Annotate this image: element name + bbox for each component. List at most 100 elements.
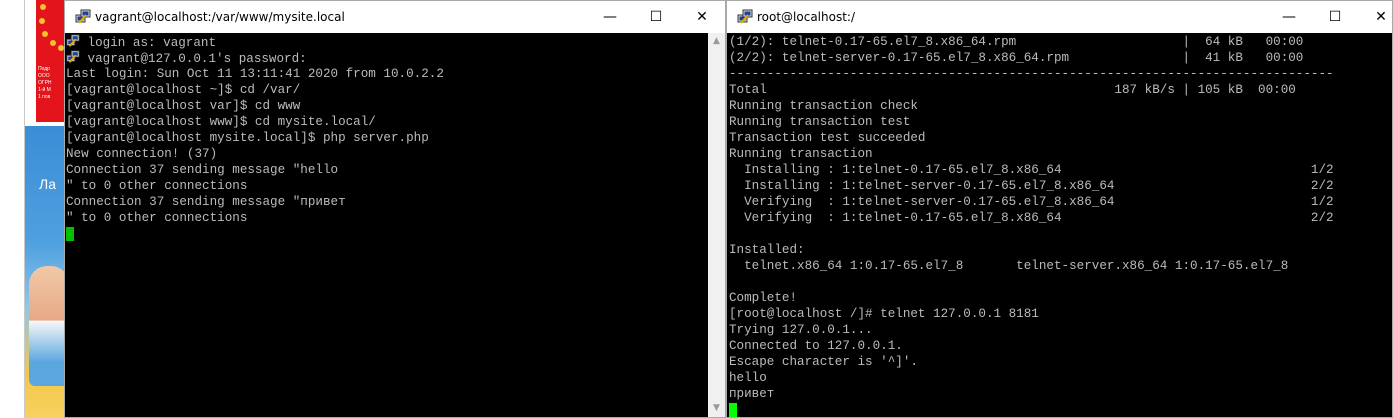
terminal-line-text: [vagrant@localhost mysite.local]$ php se… — [66, 131, 429, 145]
putty-icon — [75, 9, 91, 24]
window-title: vagrant@localhost:/var/www/mysite.local — [95, 10, 345, 24]
terminal-line-text: Installing : 1:telnet-0.17-65.el7_8.x86_… — [729, 163, 1334, 177]
terminal-line: Installing : 1:telnet-0.17-65.el7_8.x86_… — [729, 162, 1392, 178]
terminal-line: привет — [729, 386, 1392, 402]
terminal-line-text: Running transaction — [729, 147, 873, 161]
terminal-line-text: New connection! (37) — [66, 147, 218, 161]
terminal-line-text: " to 0 other connections — [66, 211, 248, 225]
ad-text-line: Подр — [38, 66, 50, 72]
scroll-down-icon[interactable]: ▼ — [708, 400, 725, 417]
terminal-line-text: (2/2): telnet-server-0.17-65.el7_8.x86_6… — [729, 51, 1304, 65]
terminal-line-text: Running transaction check — [729, 99, 918, 113]
title-bar[interactable]: vagrant@localhost:/var/www/mysite.local … — [65, 1, 725, 33]
terminal-area[interactable]: login as: vagrant vagrant@127.0.0.1's pa… — [65, 33, 708, 417]
terminal-line: " to 0 other connections — [66, 210, 708, 226]
terminal-line: Total 187 kB/s | 105 kB 00:00 — [729, 82, 1392, 98]
terminal-line: Running transaction check — [729, 98, 1392, 114]
terminal-line: Verifying : 1:telnet-server-0.17-65.el7_… — [729, 194, 1392, 210]
terminal-line-text: [vagrant@localhost www]$ cd mysite.local… — [66, 115, 376, 129]
terminal-cursor — [66, 226, 74, 241]
putty-icon — [66, 34, 80, 50]
terminal-line-text: Verifying : 1:telnet-server-0.17-65.el7_… — [729, 195, 1334, 209]
terminal-line: " to 0 other connections — [66, 178, 708, 194]
ad-dot — [40, 4, 46, 10]
terminal-line: Verifying : 1:telnet-0.17-65.el7_8.x86_6… — [729, 210, 1392, 226]
terminal-line: [vagrant@localhost var]$ cd www — [66, 98, 708, 114]
terminal-line-text: (1/2): telnet-0.17-65.el7_8.x86_64.rpm |… — [729, 35, 1304, 49]
banner-person-image — [29, 266, 66, 386]
terminal-line-text: Running transaction test — [729, 115, 911, 129]
terminal-line: [root@localhost /]# telnet 127.0.0.1 818… — [729, 306, 1392, 322]
terminal-line — [729, 402, 1392, 417]
putty-icon — [66, 50, 80, 66]
terminal-line-text: Transaction test succeeded — [729, 131, 926, 145]
terminal-line-text: ----------------------------------------… — [729, 67, 1334, 81]
maximize-button[interactable]: ☐ — [1312, 1, 1358, 33]
terminal-line: (2/2): telnet-server-0.17-65.el7_8.x86_6… — [729, 50, 1392, 66]
window-title: root@localhost:/ — [757, 10, 856, 24]
terminal-line-text: Installed: — [729, 243, 805, 257]
terminal-line-text: Escape character is '^]'. — [729, 355, 918, 369]
terminal-line: [vagrant@localhost ~]$ cd /var/ — [66, 82, 708, 98]
scrollbar[interactable]: ▲ ▼ — [708, 33, 725, 417]
terminal-line: Trying 127.0.0.1... — [729, 322, 1392, 338]
terminal-line-text: telnet.x86_64 1:0.17-65.el7_8 telnet-ser… — [729, 259, 1289, 273]
close-button[interactable]: ✕ — [679, 1, 725, 33]
terminal-line-text: [root@localhost /]# telnet 127.0.0.1 818… — [729, 307, 1039, 321]
beach-ad-banner[interactable]: Ла — [25, 126, 66, 418]
banner-text: Ла — [39, 176, 56, 192]
terminal-line: [vagrant@localhost www]$ cd mysite.local… — [66, 114, 708, 130]
ad-text-line: ОГРН — [38, 80, 52, 86]
ad-text-line: 1 пов — [38, 94, 51, 100]
terminal-line-text: Connected to 127.0.0.1. — [729, 339, 903, 353]
terminal-line: Installing : 1:telnet-server-0.17-65.el7… — [729, 178, 1392, 194]
minimize-button[interactable]: — — [1266, 1, 1312, 33]
terminal-line-text: Verifying : 1:telnet-0.17-65.el7_8.x86_6… — [729, 211, 1334, 225]
terminal-line: Installed: — [729, 242, 1392, 258]
terminal-line-text: Complete! — [729, 291, 798, 305]
terminal-line: telnet.x86_64 1:0.17-65.el7_8 telnet-ser… — [729, 258, 1392, 274]
terminal-line: Transaction test succeeded — [729, 130, 1392, 146]
terminal-line-text: Connection 37 sending message "hello — [66, 163, 339, 177]
terminal-cursor — [729, 402, 737, 417]
terminal-area[interactable]: (1/2): telnet-0.17-65.el7_8.x86_64.rpm |… — [727, 33, 1392, 417]
terminal-line: (1/2): telnet-0.17-65.el7_8.x86_64.rpm |… — [729, 34, 1392, 50]
ad-text-line: 1-й М — [38, 87, 51, 93]
terminal-line-text: Total 187 kB/s | 105 kB 00:00 — [729, 83, 1296, 97]
title-bar[interactable]: root@localhost:/ — ☐ ✕ — [727, 1, 1392, 33]
putty-window-root[interactable]: root@localhost:/ — ☐ ✕ (1/2): telnet-0.1… — [726, 0, 1393, 418]
minimize-button[interactable]: — — [587, 1, 633, 33]
terminal-line-text: Connection 37 sending message "привет — [66, 195, 346, 209]
terminal-line-text: " to 0 other connections — [66, 179, 248, 193]
ad-text-line: ООО — [38, 73, 50, 79]
terminal-line-text: hello — [729, 371, 767, 385]
ad-dot — [42, 31, 48, 37]
terminal-line: Complete! — [729, 290, 1392, 306]
close-button[interactable]: ✕ — [1358, 1, 1393, 33]
terminal-line: vagrant@127.0.0.1's password: — [66, 50, 708, 66]
terminal-line: Connected to 127.0.0.1. — [729, 338, 1392, 354]
terminal-line: Running transaction test — [729, 114, 1392, 130]
terminal-line: [vagrant@localhost mysite.local]$ php se… — [66, 130, 708, 146]
red-ad-banner[interactable]: Подр ООО ОГРН 1-й М1 пов — [36, 0, 66, 122]
putty-icon — [737, 9, 753, 24]
terminal-line: Running transaction — [729, 146, 1392, 162]
putty-window-vagrant[interactable]: vagrant@localhost:/var/www/mysite.local … — [64, 0, 726, 418]
terminal-line: hello — [729, 370, 1392, 386]
terminal-line: Escape character is '^]'. — [729, 354, 1392, 370]
scroll-up-icon[interactable]: ▲ — [708, 33, 725, 50]
terminal-line-text: привет — [729, 387, 775, 401]
terminal-line-text: Trying 127.0.0.1... — [729, 323, 873, 337]
terminal-line-text: vagrant@127.0.0.1's password: — [80, 52, 307, 66]
terminal-line-text: Last login: Sun Oct 11 13:11:41 2020 fro… — [66, 67, 444, 81]
terminal-line-text: [vagrant@localhost var]$ cd www — [66, 99, 301, 113]
terminal-line-text: Installing : 1:telnet-server-0.17-65.el7… — [729, 179, 1334, 193]
terminal-line: Last login: Sun Oct 11 13:11:41 2020 fro… — [66, 66, 708, 82]
terminal-line: Connection 37 sending message "hello — [66, 162, 708, 178]
terminal-line — [66, 226, 708, 242]
terminal-line-text: [vagrant@localhost ~]$ cd /var/ — [66, 83, 301, 97]
maximize-button[interactable]: ☐ — [633, 1, 679, 33]
ad-dot — [50, 40, 56, 46]
